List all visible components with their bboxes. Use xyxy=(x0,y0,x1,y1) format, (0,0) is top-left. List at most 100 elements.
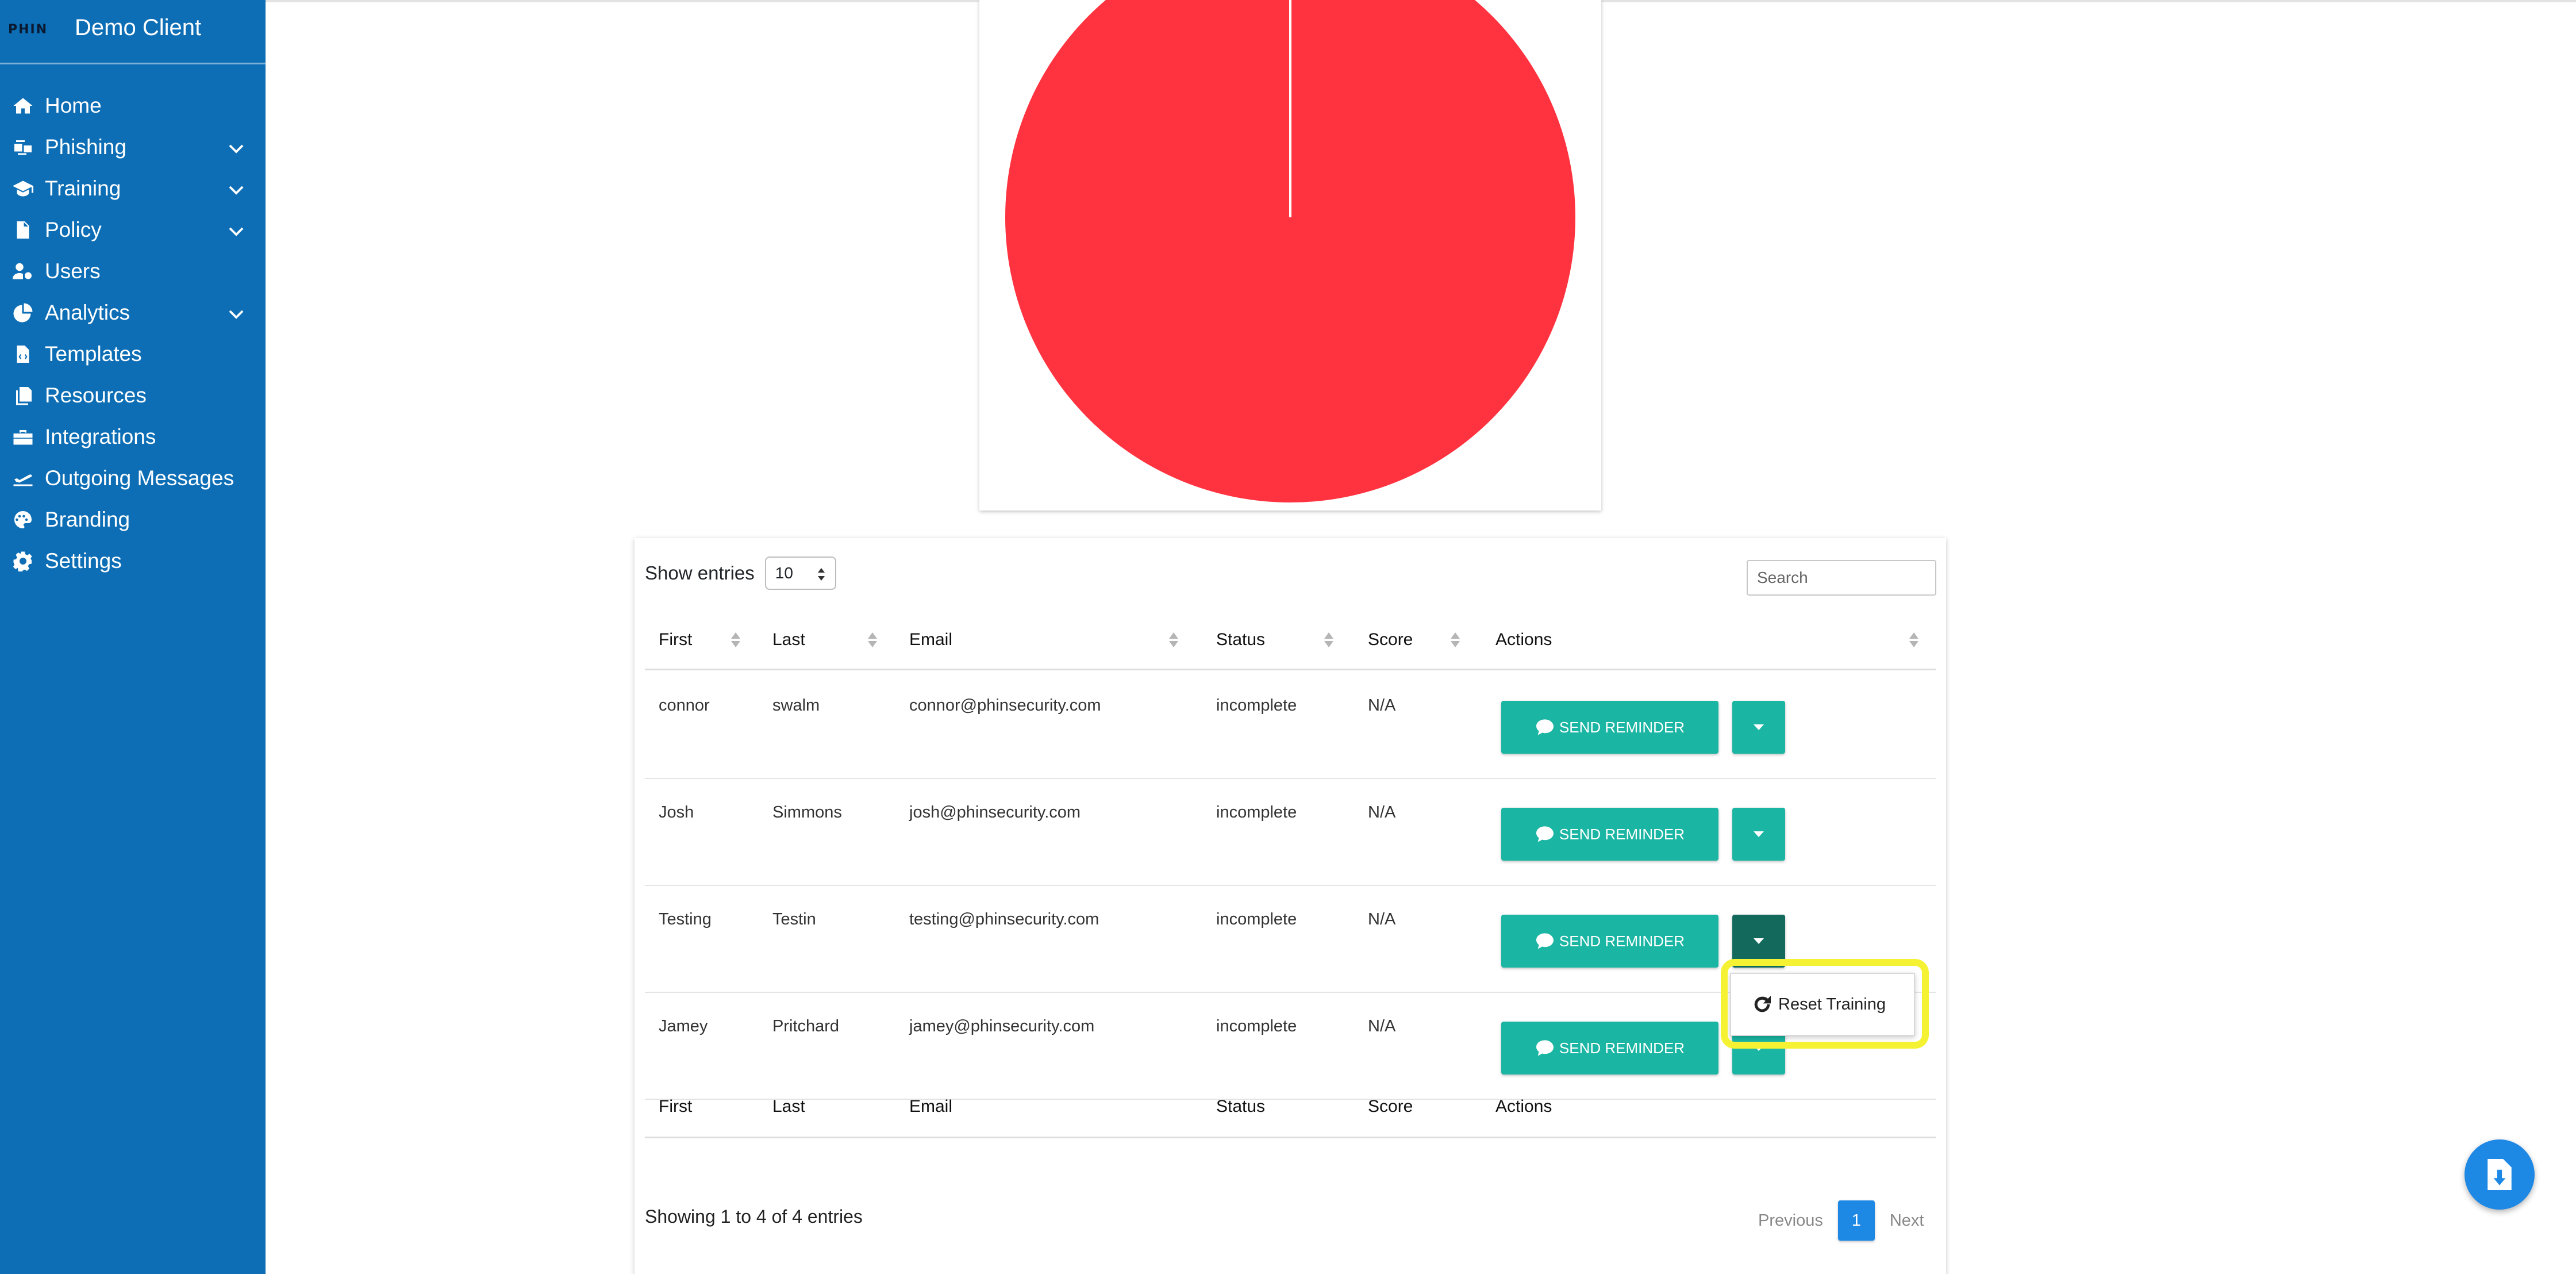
row-actions-dropdown-button[interactable] xyxy=(1732,701,1785,754)
sidebar-item-label: Policy xyxy=(45,218,102,241)
sidebar-item-training[interactable]: Training xyxy=(0,168,266,209)
length-label: Show entries xyxy=(645,562,755,584)
sort-icon[interactable] xyxy=(1323,631,1335,648)
column-actions[interactable]: Actions xyxy=(1495,630,1552,650)
column-last[interactable]: Last xyxy=(772,630,805,650)
cell-score: N/A xyxy=(1368,696,1396,715)
send-reminder-label: SEND REMINDER xyxy=(1559,718,1685,736)
sidebar-item-label: Resources xyxy=(45,383,147,407)
sidebar-item-label: Phishing xyxy=(45,135,126,159)
footer-column-last: Last xyxy=(772,1097,805,1116)
chevron-down-icon[interactable] xyxy=(229,307,244,320)
search-input[interactable]: Search xyxy=(1747,560,1936,596)
send-reminder-button[interactable]: SEND REMINDER xyxy=(1501,701,1718,754)
sidebar-item-integrations[interactable]: Integrations xyxy=(0,416,266,458)
comment-icon xyxy=(1535,1039,1555,1057)
plane-departure-icon xyxy=(13,467,38,490)
cell-first: Jamey xyxy=(659,1017,708,1035)
chevron-down-icon[interactable] xyxy=(229,183,244,195)
column-first[interactable]: First xyxy=(659,630,692,650)
cell-last: Testin xyxy=(772,910,816,928)
sidebar-item-label: Outgoing Messages xyxy=(45,466,234,490)
sidebar-item-analytics[interactable]: Analytics xyxy=(0,292,266,333)
cell-status: incomplete xyxy=(1216,910,1297,928)
page-1-button[interactable]: 1 xyxy=(1837,1200,1875,1241)
entries-length: Show entries 10 xyxy=(645,557,836,590)
download-report-button[interactable] xyxy=(2464,1139,2535,1210)
cell-score: N/A xyxy=(1368,910,1396,928)
users-cog-icon xyxy=(13,260,38,283)
brand-header: PHIN Demo Client xyxy=(0,0,266,64)
table-info: Showing 1 to 4 of 4 entries xyxy=(645,1206,863,1227)
previous-page-button[interactable]: Previous xyxy=(1758,1211,1823,1230)
caret-down-icon xyxy=(1754,831,1764,837)
sidebar-item-templates[interactable]: Templates xyxy=(0,333,266,375)
sidebar-item-phishing[interactable]: Phishing xyxy=(0,126,266,168)
cell-first: Testing xyxy=(659,910,712,928)
pagination: Previous 1 Next xyxy=(1758,1200,1924,1241)
table-row: Josh Simmons josh@phinsecurity.com incom… xyxy=(645,779,1936,886)
send-reminder-button[interactable]: SEND REMINDER xyxy=(1501,808,1718,861)
gear-icon xyxy=(13,550,38,573)
caret-down-icon xyxy=(1754,938,1764,944)
sidebar-item-outgoing-messages[interactable]: Outgoing Messages xyxy=(0,458,266,499)
pie-chart xyxy=(1005,0,1575,502)
chevron-down-icon[interactable] xyxy=(229,224,244,237)
send-reminder-label: SEND REMINDER xyxy=(1559,932,1685,950)
graduation-cap-icon xyxy=(13,177,38,200)
phin-logo[interactable]: PHIN xyxy=(8,20,61,37)
cell-score: N/A xyxy=(1368,803,1396,822)
footer-column-score: Score xyxy=(1368,1097,1413,1116)
sort-icon[interactable] xyxy=(867,631,878,648)
cell-last: swalm xyxy=(772,696,820,715)
cell-email: testing@phinsecurity.com xyxy=(909,910,1099,928)
sort-icon[interactable] xyxy=(730,631,741,648)
cell-email: jamey@phinsecurity.com xyxy=(909,1017,1095,1035)
sidebar-item-label: Integrations xyxy=(45,425,156,448)
sidebar-item-settings[interactable]: Settings xyxy=(0,540,266,582)
cell-first: connor xyxy=(659,696,710,715)
sidebar-item-policy[interactable]: Policy xyxy=(0,209,266,251)
cell-email: connor@phinsecurity.com xyxy=(909,696,1101,715)
sidebar-item-label: Users xyxy=(45,259,101,283)
cell-email: josh@phinsecurity.com xyxy=(909,803,1081,822)
column-email[interactable]: Email xyxy=(909,630,952,650)
select-arrows-icon xyxy=(817,568,825,581)
cell-score: N/A xyxy=(1368,1017,1396,1035)
comment-icon xyxy=(1535,719,1555,736)
cell-first: Josh xyxy=(659,803,694,822)
footer-column-email: Email xyxy=(909,1097,953,1116)
palette-icon xyxy=(13,508,38,531)
sidebar-nav: Home Phishing Training Policy Users Anal… xyxy=(0,64,266,582)
copy-icon xyxy=(13,384,38,407)
sidebar-item-resources[interactable]: Resources xyxy=(0,375,266,416)
chevron-down-icon[interactable] xyxy=(229,141,244,154)
cell-status: incomplete xyxy=(1216,1017,1297,1035)
highlight-box xyxy=(1721,959,1929,1049)
row-actions-dropdown-button[interactable] xyxy=(1732,808,1785,861)
footer-column-status: Status xyxy=(1216,1097,1266,1116)
sort-icon[interactable] xyxy=(1908,631,1920,648)
send-reminder-button[interactable]: SEND REMINDER xyxy=(1501,915,1718,968)
column-score[interactable]: Score xyxy=(1368,630,1413,650)
column-status[interactable]: Status xyxy=(1216,630,1265,650)
sort-icon[interactable] xyxy=(1168,631,1179,648)
sidebar-item-branding[interactable]: Branding xyxy=(0,499,266,540)
cell-last: Pritchard xyxy=(772,1017,840,1035)
entries-select[interactable]: 10 xyxy=(764,557,836,590)
footer-column-actions: Actions xyxy=(1495,1097,1552,1116)
send-reminder-button[interactable]: SEND REMINDER xyxy=(1501,1022,1718,1075)
sort-icon[interactable] xyxy=(1450,631,1461,648)
footer-column-first: First xyxy=(659,1097,693,1116)
table-row: connor swalm connor@phinsecurity.com inc… xyxy=(645,672,1936,779)
phishing-icon xyxy=(13,136,38,159)
sidebar-item-users[interactable]: Users xyxy=(0,251,266,292)
sidebar: PHIN Demo Client Home Phishing Training … xyxy=(0,0,266,1274)
next-page-button[interactable]: Next xyxy=(1890,1211,1924,1230)
sidebar-item-label: Branding xyxy=(45,508,130,531)
send-reminder-label: SEND REMINDER xyxy=(1559,825,1685,843)
sidebar-item-label: Templates xyxy=(45,342,142,366)
cell-status: incomplete xyxy=(1216,803,1297,822)
sidebar-item-label: Analytics xyxy=(45,301,130,324)
sidebar-item-home[interactable]: Home xyxy=(0,85,266,126)
